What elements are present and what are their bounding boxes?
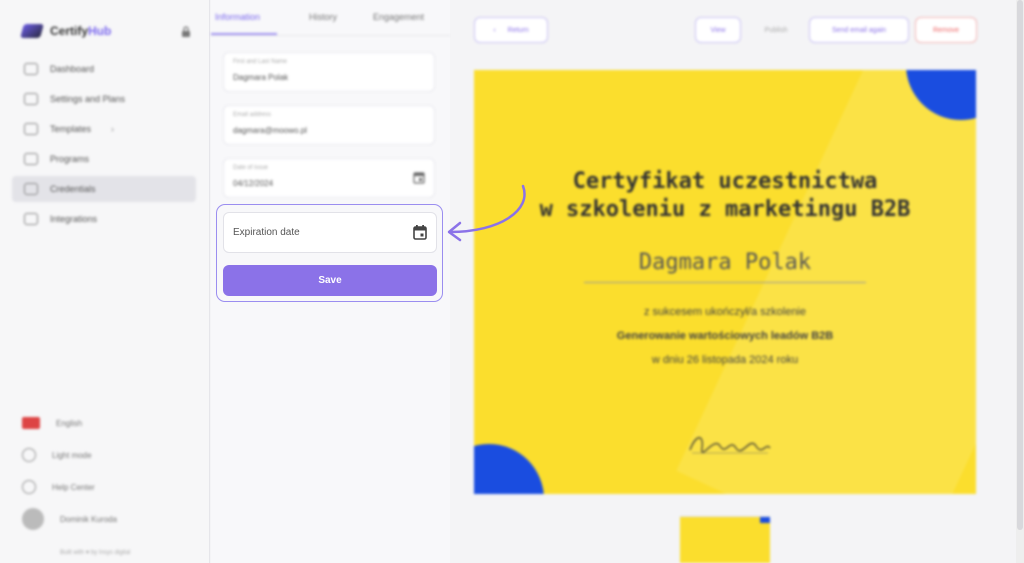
sidebar-item-dashboard[interactable]: Dashboard	[12, 56, 196, 82]
expiration-highlight: Expiration date Save	[216, 204, 443, 302]
remove-label: Remove	[932, 26, 960, 34]
sidebar-item-label: Templates	[50, 124, 92, 134]
expiration-date-field[interactable]: Expiration date	[223, 212, 437, 253]
sidebar-item-label: Integrations	[50, 214, 98, 224]
logo-icon	[20, 24, 44, 38]
user-profile[interactable]: Dominik Kuroda	[22, 508, 192, 530]
certificate-preview: Certyfikat uczestnictwa w szkoleniu z mar…	[474, 70, 976, 494]
scrollbar-thumb[interactable]	[1017, 0, 1023, 530]
logo-text: Certify	[50, 24, 89, 38]
save-button[interactable]: Save	[223, 265, 437, 296]
sidebar-item-templates[interactable]: Templates ›	[12, 116, 196, 142]
chevron-left-icon: ‹	[493, 26, 496, 34]
expiration-date-placeholder: Expiration date	[233, 227, 300, 238]
return-label: Return	[507, 26, 529, 34]
publish-label: Publish	[764, 26, 788, 34]
cert-title: Certyfikat uczestnictwa w szkoleniu z mar…	[474, 168, 976, 224]
remove-button[interactable]: Remove	[915, 17, 977, 43]
sidebar-item-label: Dashboard	[50, 64, 95, 74]
return-button[interactable]: ‹ Return	[474, 17, 548, 43]
email-field[interactable]: Email address dagmara@moowo.pl	[223, 105, 435, 145]
sidebar-item-label: Programs	[50, 154, 90, 164]
sidebar-item-label: Credentials	[50, 184, 96, 194]
cert-date: w dniu 26 listopada 2024 roku	[651, 354, 799, 366]
signature-image	[689, 437, 771, 454]
cert-title-line1: Certyfikat uczestnictwa	[572, 169, 878, 194]
integrations-icon	[24, 213, 38, 225]
cert-recipient: Dagmara Polak	[638, 250, 812, 275]
chevron-right-icon: ›	[111, 124, 115, 134]
theme-label: Light mode	[52, 450, 92, 460]
certificate-thumbnail[interactable]	[680, 516, 770, 563]
help-label: Help Center	[52, 482, 95, 492]
sidebar-item-settings[interactable]: Settings and Plans	[12, 86, 196, 112]
app-logo[interactable]: CertifyHub	[20, 24, 112, 38]
send-email-button[interactable]: Send email again	[809, 17, 909, 43]
arrow-annotation	[447, 184, 526, 242]
cert-title-line2: w szkoleniu z marketingu B2B	[539, 197, 911, 222]
cert-divider	[584, 282, 866, 283]
help-icon	[22, 480, 36, 494]
sidebar-item-label: Settings and Plans	[50, 94, 126, 104]
avatar	[22, 508, 44, 530]
language-selector[interactable]: English	[22, 412, 192, 434]
templates-icon	[24, 123, 38, 135]
flag-icon	[22, 417, 40, 429]
issue-date-value: 04/12/2024	[233, 179, 274, 188]
programs-icon	[24, 153, 38, 165]
tab-information[interactable]: Information	[215, 12, 260, 22]
help-center-link[interactable]: Help Center	[22, 476, 192, 498]
home-icon	[24, 63, 38, 75]
calendar-icon[interactable]	[413, 225, 427, 240]
name-label: First and Last Name	[233, 59, 288, 65]
calendar-icon[interactable]	[413, 171, 425, 184]
lock-icon[interactable]	[181, 26, 191, 37]
issue-date-label: Date of issue	[233, 165, 269, 171]
theme-toggle[interactable]: Light mode	[22, 444, 192, 466]
language-label: English	[56, 418, 83, 428]
issue-date-field[interactable]: Date of issue 04/12/2024	[223, 158, 435, 198]
sidebar-item-integrations[interactable]: Integrations	[12, 206, 196, 232]
logo-accent: Hub	[88, 24, 112, 38]
scrollbar[interactable]	[1016, 0, 1024, 563]
email-value: dagmara@moowo.pl	[233, 126, 307, 135]
cert-completed-text: z sukcesem ukończył/a szkolenie	[643, 306, 806, 318]
view-button[interactable]: View	[695, 17, 741, 43]
settings-icon	[24, 93, 38, 105]
user-name: Dominik Kuroda	[60, 514, 117, 524]
name-value: Dagmara Polak	[233, 73, 289, 82]
tab-engagement[interactable]: Engagement	[373, 12, 424, 22]
thumb-corner	[760, 517, 770, 523]
tab-history[interactable]: History	[309, 12, 337, 22]
tabs: Information History Engagement	[211, 0, 450, 36]
sun-icon	[22, 448, 36, 462]
sidebar-bottom: English Light mode Help Center Dominik K…	[22, 412, 192, 540]
publish-button[interactable]: Publish	[749, 17, 803, 43]
sidebar-nav: Dashboard Settings and Plans Templates › …	[12, 56, 196, 236]
email-label: Email address	[233, 112, 272, 118]
sidebar: CertifyHub Dashboard Settings and Plans …	[0, 0, 210, 563]
view-label: View	[710, 26, 726, 34]
sidebar-item-programs[interactable]: Programs	[12, 146, 196, 172]
cert-corner-decoration	[474, 444, 544, 494]
credentials-icon	[24, 183, 38, 195]
footer-note: Built with ♥ by Insys digital	[60, 550, 131, 556]
name-field[interactable]: First and Last Name Dagmara Polak	[223, 52, 435, 92]
tab-underline	[211, 33, 277, 35]
sidebar-item-credentials[interactable]: Credentials	[12, 176, 196, 202]
cert-course: Generowanie wartościowych leadów B2B	[616, 330, 834, 342]
send-email-label: Send email again	[831, 26, 887, 34]
